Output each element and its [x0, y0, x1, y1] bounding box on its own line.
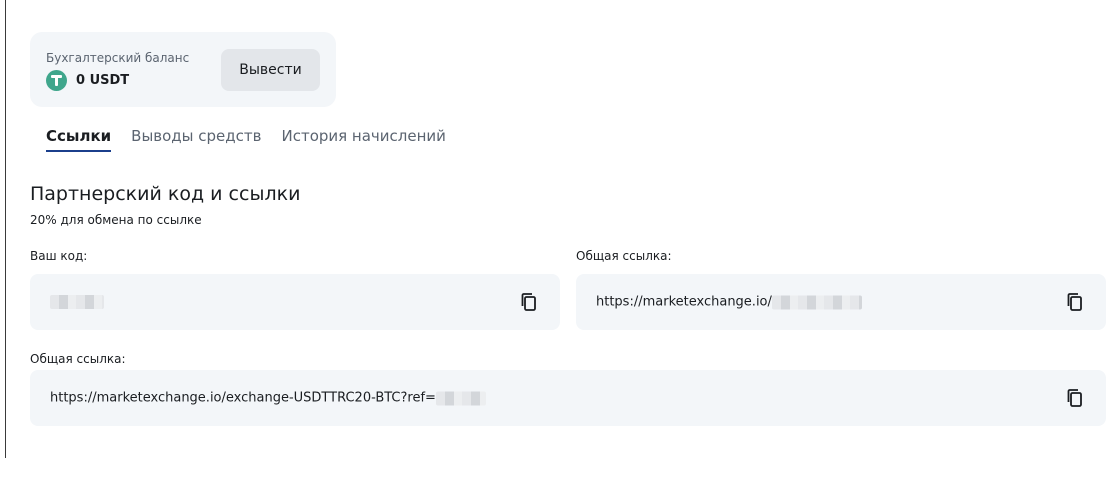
- copy-general-link-icon[interactable]: [1066, 292, 1084, 312]
- exchange-link-value: https://marketexchange.io/exchange-USDTT…: [50, 391, 486, 406]
- exchange-link-field: https://marketexchange.io/exchange-USDTT…: [30, 370, 1106, 426]
- section-subtitle: 20% для обмена по ссылке: [30, 213, 202, 227]
- general-link-field: https://marketexchange.io/: [576, 274, 1106, 330]
- code-label: Ваш код:: [30, 249, 88, 263]
- balance-card: Бухгалтерский баланс 0 USDT Вывести: [30, 32, 336, 107]
- redacted-general-link: [771, 295, 862, 309]
- balance-value: 0 USDT: [76, 73, 130, 88]
- code-field: [30, 274, 560, 330]
- general-link-label: Общая ссылка:: [576, 249, 672, 263]
- left-divider: [5, 0, 6, 458]
- section-title: Партнерский код и ссылки: [30, 183, 301, 205]
- copy-exchange-link-icon[interactable]: [1066, 388, 1084, 408]
- withdraw-button[interactable]: Вывести: [221, 49, 320, 91]
- balance-label: Бухгалтерский баланс: [46, 51, 190, 65]
- tab-withdrawals[interactable]: Выводы средств: [131, 127, 261, 152]
- redacted-code: [50, 295, 104, 309]
- redacted-ref-code: [435, 391, 486, 405]
- tabs: Ссылки Выводы средств История начислений: [46, 127, 446, 152]
- tab-links[interactable]: Ссылки: [46, 127, 112, 152]
- copy-code-icon[interactable]: [520, 292, 538, 312]
- tether-icon: [46, 70, 67, 91]
- general-link-value: https://marketexchange.io/: [596, 295, 862, 310]
- exchange-link-label: Общая ссылка:: [30, 352, 126, 366]
- code-value: [50, 295, 104, 309]
- balance-value-row: 0 USDT: [46, 70, 129, 91]
- tab-accrual-history[interactable]: История начислений: [281, 127, 445, 152]
